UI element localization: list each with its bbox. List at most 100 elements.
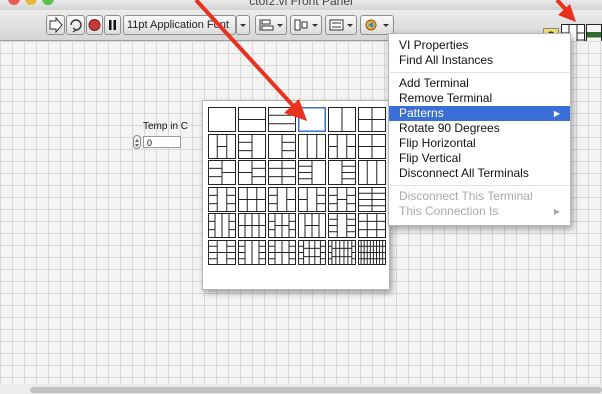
patterns-palette [202,100,390,290]
reorder-icon [365,19,389,31]
pause-icon [109,20,116,30]
reorder-button[interactable] [360,15,394,35]
submenu-arrow-icon: ▶ [553,207,560,216]
pattern-option-r4-c5[interactable] [328,186,356,212]
pattern-option-r6-c3[interactable] [268,239,296,265]
pattern-option-r2-c1[interactable] [208,133,236,159]
run-continuously-button[interactable] [66,15,85,35]
pattern-option-r1-c1[interactable] [208,107,236,132]
menu-item-label: Flip Horizontal [399,136,476,150]
pattern-option-r3-c2[interactable] [238,160,266,185]
pattern-option-r6-c1[interactable] [208,239,236,265]
pattern-option-r2-c2[interactable] [238,133,266,159]
connector-pattern-icon [268,239,296,265]
font-selector[interactable]: 11pt Application Font [123,15,236,35]
menu-item-label: Flip Vertical [399,151,462,165]
menu-separator [390,185,569,186]
connector-pattern-icon [328,186,356,212]
pattern-option-r3-c4[interactable] [298,160,326,185]
connector-pattern-icon [208,213,236,238]
connector-pattern-icon [208,239,236,265]
pattern-option-r6-c2[interactable] [238,239,266,265]
resize-objects-button[interactable] [325,15,357,35]
pattern-option-r5-c4[interactable] [298,213,326,238]
menu-item-flip-vertical[interactable]: Flip Vertical [389,151,570,166]
submenu-arrow-icon: ▶ [553,109,560,118]
distribute-objects-button[interactable] [290,15,322,35]
pattern-option-r1-c5[interactable] [328,107,356,132]
menu-item-label: Rotate 90 Degrees [399,121,500,135]
pattern-option-r1-c2[interactable] [238,107,266,132]
connector-pattern-icon [298,133,326,159]
resize-objects-icon [329,19,353,31]
align-objects-icon [259,19,283,31]
connector-pattern-icon [298,160,326,185]
horizontal-scrollbar[interactable] [0,384,602,394]
connector-pattern-icon [328,239,356,265]
pattern-option-r3-c1[interactable] [208,160,236,185]
pattern-option-r6-c4[interactable] [298,239,326,265]
menu-item-this-connection-is: This Connection Is ▶ [389,204,570,219]
window-title: ctof2.vi Front Panel [249,0,353,8]
connector-pattern-icon [358,107,386,132]
numeric-increment-decrement[interactable] [133,135,141,149]
pattern-option-r1-c6[interactable] [358,107,386,132]
menu-item-label: Disconnect All Terminals [399,166,529,180]
connector-pattern-icon [238,133,266,159]
pattern-option-r6-c6[interactable] [358,239,386,265]
pattern-option-r5-c6[interactable] [358,213,386,238]
pattern-option-r4-c3[interactable] [268,186,296,212]
connector-pattern-icon [208,160,236,185]
horizontal-scroll-thumb[interactable] [30,387,602,393]
connector-pattern-icon [328,133,356,159]
pause-button[interactable] [104,15,121,35]
connector-pattern-icon [358,186,386,212]
pattern-option-r4-c6[interactable] [358,186,386,212]
connector-pattern-icon [328,107,356,132]
connector-pattern-icon [328,213,356,238]
connector-pattern-icon [298,213,326,238]
pattern-option-r3-c3[interactable] [268,160,296,185]
connector-pattern-icon [358,213,386,238]
menu-item-disconnect-this: Disconnect This Terminal [389,189,570,204]
pattern-option-r2-c4[interactable] [298,133,326,159]
menu-item-add-terminal[interactable]: Add Terminal [389,76,570,91]
pattern-option-r1-c3[interactable] [268,107,296,132]
temp-numeric-control[interactable]: 0 [143,136,181,148]
menu-item-find-all-instances[interactable]: Find All Instances [389,53,570,68]
connector-pattern-icon [298,107,326,132]
connector-context-menu: VI Properties Find All Instances Add Ter… [388,33,571,226]
menu-item-label: Find All Instances [399,53,494,67]
pattern-option-r3-c6[interactable] [358,160,386,185]
connector-pattern-icon [238,160,266,185]
pattern-option-r5-c5[interactable] [328,213,356,238]
pattern-option-r3-c5[interactable] [328,160,356,185]
menu-item-remove-terminal[interactable]: Remove Terminal [389,91,570,106]
pattern-option-r1-c4[interactable] [298,107,326,132]
pattern-option-r5-c2[interactable] [238,213,266,238]
pattern-option-r4-c2[interactable] [238,186,266,212]
pattern-option-r4-c4[interactable] [298,186,326,212]
pattern-option-r2-c6[interactable] [358,133,386,159]
pattern-option-r5-c1[interactable] [208,213,236,238]
menu-item-flip-horizontal[interactable]: Flip Horizontal [389,136,570,151]
pattern-option-r2-c3[interactable] [268,133,296,159]
font-dropdown-button[interactable] [236,15,250,35]
menu-item-disconnect-all[interactable]: Disconnect All Terminals [389,166,570,181]
pattern-option-r4-c1[interactable] [208,186,236,212]
run-continuously-icon [70,19,82,33]
menu-item-vi-properties[interactable]: VI Properties [389,38,570,53]
connector-pattern-icon [268,186,296,212]
menu-separator [390,72,569,73]
menu-item-rotate-90[interactable]: Rotate 90 Degrees [389,121,570,136]
abort-button[interactable] [86,15,103,35]
menu-item-patterns[interactable]: Patterns ▶ [389,106,570,121]
pattern-option-r5-c3[interactable] [268,213,296,238]
connector-pattern-icon [268,213,296,238]
pattern-option-r6-c5[interactable] [328,239,356,265]
run-button[interactable] [46,15,65,35]
align-objects-button[interactable] [255,15,287,35]
connector-pattern-icon [268,133,296,159]
pattern-option-r2-c5[interactable] [328,133,356,159]
connector-pattern-icon [238,213,266,238]
